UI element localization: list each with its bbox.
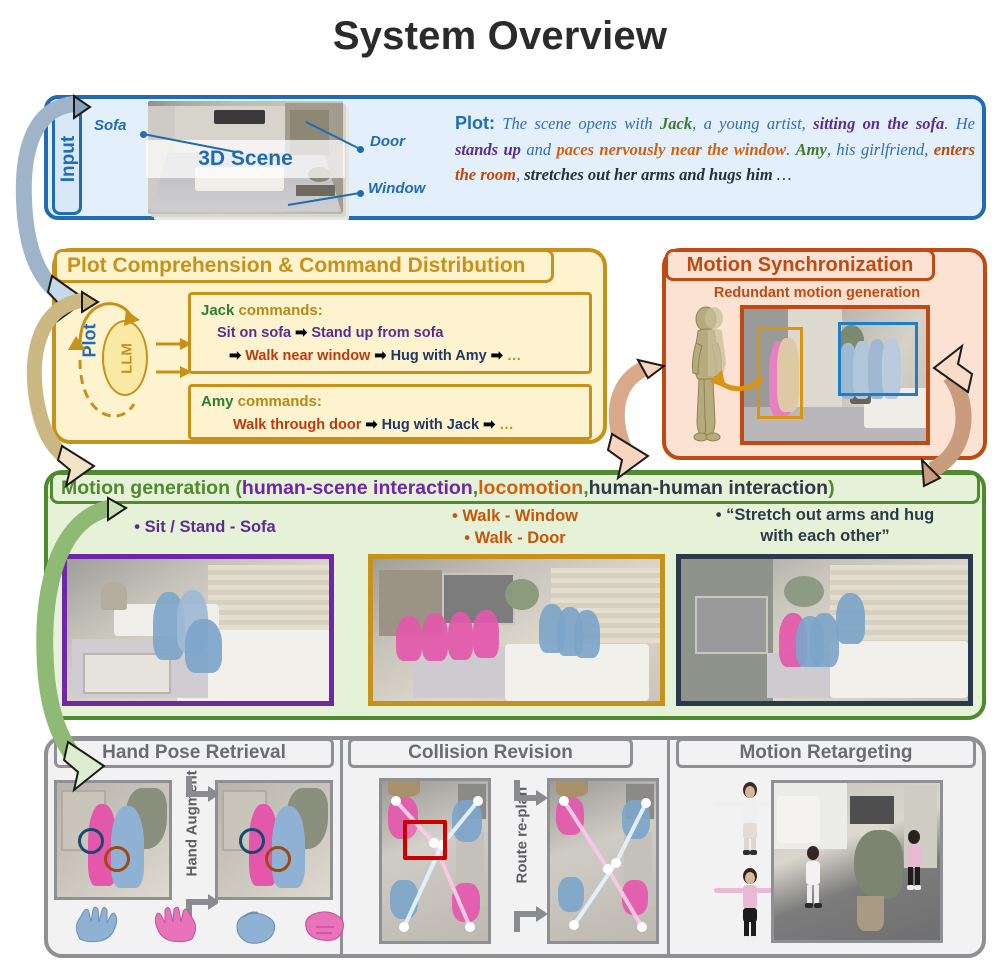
jack-cmd-1: Sit on sofa [217,325,291,341]
collision-before-image [379,778,491,944]
motion-generation-header: Motion generation (human-scene interacti… [50,472,980,504]
plot-seg-10: , his girlfriend, [827,140,934,159]
jack-commands-title: Jack commands: [201,302,323,319]
plot-seg-13: stretches out her arms and hugs him [524,165,772,184]
input-tab: Input [52,100,82,215]
hand-pose-after-image [215,780,333,900]
jack-command-line-1: Sit on sofa ➡ Stand up from sofa [217,325,443,341]
plot-seg-7: paces nervously near the window [556,140,786,159]
amy-cmd-ellipsis: … [499,417,514,433]
plot-seg-0: The scene opens with [502,114,660,133]
plot-seg-2: , a young artist, [692,114,813,133]
amy-cmd-1: Walk through door [233,417,361,433]
plot-seg-14: … [773,165,792,184]
plot-seg-5: stands up [455,140,521,159]
redundant-motion-subtitle: Redundant motion generation [672,285,962,301]
plot-seg-3: sitting on the sofa [813,114,944,133]
annotation-dot-window [357,190,364,197]
arrow-glyph-icon: ➡ [295,325,307,341]
llm-node: LLM [102,320,148,396]
jack-cmd-2: Stand up from sofa [311,325,443,341]
motion-image-walk-window-door [368,554,665,706]
plot-seg-6: and [521,140,557,159]
plot-label: Plot: [455,113,495,133]
motion-image-sit-stand-sofa [62,554,334,706]
jack-command-line-2: ➡ Walk near window ➡ Hug with Amy ➡ … [229,348,521,364]
annotation-dot-door [357,146,364,153]
plot-seg-4: . He [944,114,975,133]
motion-caption-2-line2: • Walk - Door [380,527,650,549]
mesh-person-figure [682,305,738,445]
jack-cmd-4: Hug with Amy [391,348,487,364]
sync-highlight-box-orange [757,327,803,419]
plot-text: Plot: The scene opens with Jack, a young… [455,110,975,188]
amy-name: Amy [201,393,234,410]
motion-caption-2-line1: • Walk - Window [380,505,650,527]
arrow-glyph-icon: ➡ [491,348,503,364]
amy-commands-suffix: commands: [234,393,322,410]
plot-seg-1: Jack [660,114,692,133]
amy-commands-title: Amy commands: [201,393,322,410]
arrow-glyph-icon: ➡ [365,417,377,433]
llm-label: LLM [119,326,136,392]
gen-header-part-6: ) [828,477,835,500]
plot-comprehension-header: Plot Comprehension & Command Distributio… [54,249,554,283]
gen-header-part-0: Motion generation ( [61,477,242,500]
panel-title-hand-pose-retrieval: Hand Pose Retrieval [54,738,334,768]
gen-header-part-5: human-human interaction [589,477,828,500]
hand-pose-before-image [54,780,172,900]
amy-cmd-2: Hug with Jack [382,417,480,433]
jack-cmd-ellipsis: … [507,348,522,364]
page-title: System Overview [0,14,1000,59]
jack-commands-suffix: commands: [234,302,322,319]
gen-header-part-1: human-scene interaction [242,477,473,500]
motion-caption-3-line2: with each other” [680,526,970,547]
motion-caption-2: • Walk - Window • Walk - Door [380,505,650,550]
hand-highlight-circle-blue-before [78,828,104,854]
retargeting-scene-image [771,780,943,943]
panel-title-motion-retargeting: Motion Retargeting [676,738,976,768]
plot-seg-9: Amy [796,140,827,159]
jack-commands-box: Jack commands: Sit on sofa ➡ Stand up fr… [188,292,592,374]
motion-caption-3-line1: • “Stretch out arms and hug [680,505,970,526]
panel-title-collision-revision: Collision Revision [348,738,633,768]
annotation-door: Door [370,133,405,150]
plot-word-text: Plot [80,311,101,371]
annotation-dot-sofa [140,131,147,138]
annotation-sofa: Sofa [94,117,127,134]
arrow-glyph-icon: ➡ [483,417,495,433]
motion-image-hug [676,554,973,706]
plot-seg-12: , [516,165,524,184]
plot-seg-8: . [786,140,796,159]
sync-highlight-box-blue [838,322,918,396]
collision-highlight-box [403,820,447,860]
annotation-window: Window [368,180,425,197]
hand-highlight-circle-blue-after [239,828,265,854]
amy-command-line-1: Walk through door ➡ Hug with Jack ➡ … [233,417,514,433]
jack-name: Jack [201,302,234,319]
system-overview-diagram: System Overview Input 3D Scene Sofa Door… [0,0,1000,975]
arrow-glyph-icon: ➡ [374,348,386,364]
motion-caption-3: • “Stretch out arms and hug with each ot… [680,505,970,548]
arrow-sync-to-generation [608,360,664,478]
scene-label: 3D Scene [146,140,345,178]
motion-synchronization-header: Motion Synchronization [665,249,935,281]
hand-highlight-circle-orange-before [104,846,130,872]
collision-after-image [547,778,659,944]
hand-highlight-circle-orange-after [265,846,291,872]
motion-caption-1: • Sit / Stand - Sofa [70,518,340,537]
input-tab-label: Input [58,119,80,199]
route-replan-arrows-icon [506,776,550,952]
amy-commands-box: Amy commands: Walk through door ➡ Hug wi… [188,384,592,440]
gen-header-part-3: locomotion [478,477,583,500]
jack-cmd-3: Walk near window [245,348,370,364]
panel-divider-2 [667,740,670,954]
arrow-glyph-icon: ➡ [229,348,241,364]
